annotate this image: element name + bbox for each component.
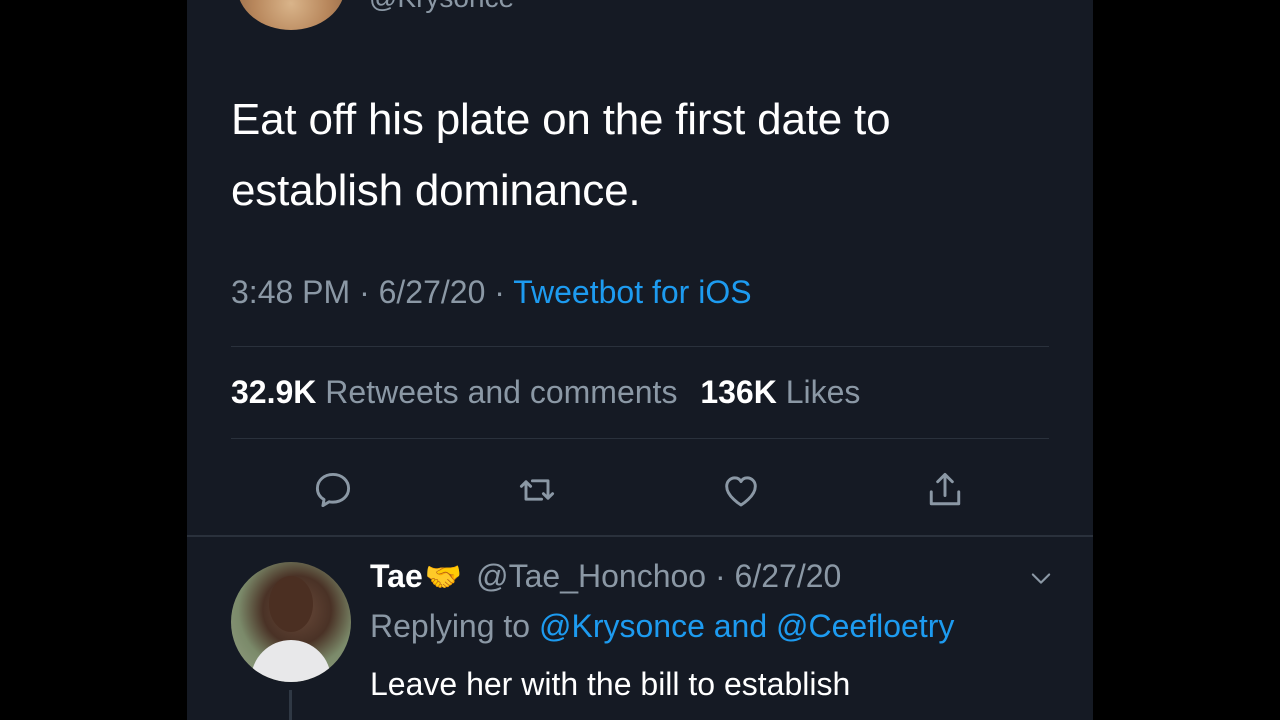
share-icon	[929, 472, 961, 506]
meta-separator: ·	[714, 558, 726, 594]
chevron-down-icon[interactable]	[1027, 564, 1055, 592]
share-button[interactable]	[921, 466, 969, 514]
reply-text: Leave her with the bill to establish	[370, 666, 851, 702]
retweet-icon	[519, 479, 555, 501]
likes-count[interactable]: 136K	[700, 374, 777, 410]
reply-author-name[interactable]: Tae	[370, 558, 423, 594]
reply-header: Tae🤝 @Tae_Honchoo · 6/27/20	[370, 558, 841, 595]
tweet-time: 3:48 PM	[231, 274, 351, 310]
reply-author-handle[interactable]: @Tae_Honchoo	[476, 558, 706, 594]
section-divider	[187, 535, 1093, 537]
tweet-meta: 3:48 PM · 6/27/20 · Tweetbot for iOS	[231, 274, 752, 311]
tweet-date: 6/27/20	[378, 274, 486, 310]
heart-icon	[725, 476, 757, 507]
retweets-count[interactable]: 32.9K	[231, 374, 316, 410]
likes-label[interactable]: Likes	[786, 374, 861, 410]
reply-icon	[315, 472, 351, 508]
tweet-actions-bar	[187, 466, 1093, 514]
tweet-stats: 32.9K Retweets and comments 136K Likes	[231, 374, 860, 411]
retweets-label[interactable]: Retweets and comments	[325, 374, 677, 410]
author-avatar[interactable]	[237, 0, 345, 30]
reply-author-avatar[interactable]	[231, 562, 351, 682]
author-handle[interactable]: @Krysonce	[369, 0, 514, 14]
like-button[interactable]	[717, 466, 765, 514]
replying-mentions-link[interactable]: @Krysonce and @Ceefloetry	[539, 608, 954, 644]
meta-separator: ·	[494, 274, 505, 310]
thread-connector	[289, 690, 292, 720]
retweet-button[interactable]	[513, 466, 561, 514]
reply-date: 6/27/20	[734, 558, 842, 594]
replying-prefix: Replying to	[370, 608, 531, 644]
replying-to: Replying to @Krysonce and @Ceefloetry	[370, 608, 954, 645]
tweet-source-link[interactable]: Tweetbot for iOS	[513, 274, 751, 310]
tweet-text: Eat off his plate on the first date to e…	[231, 95, 891, 215]
tweet-detail-screen: @Krysonce Eat off his plate on the first…	[187, 0, 1093, 720]
meta-separator: ·	[359, 274, 370, 310]
divider	[231, 346, 1049, 347]
divider	[231, 438, 1049, 439]
handshake-emoji-icon: 🤝	[424, 561, 463, 594]
reply-button[interactable]	[309, 466, 357, 514]
